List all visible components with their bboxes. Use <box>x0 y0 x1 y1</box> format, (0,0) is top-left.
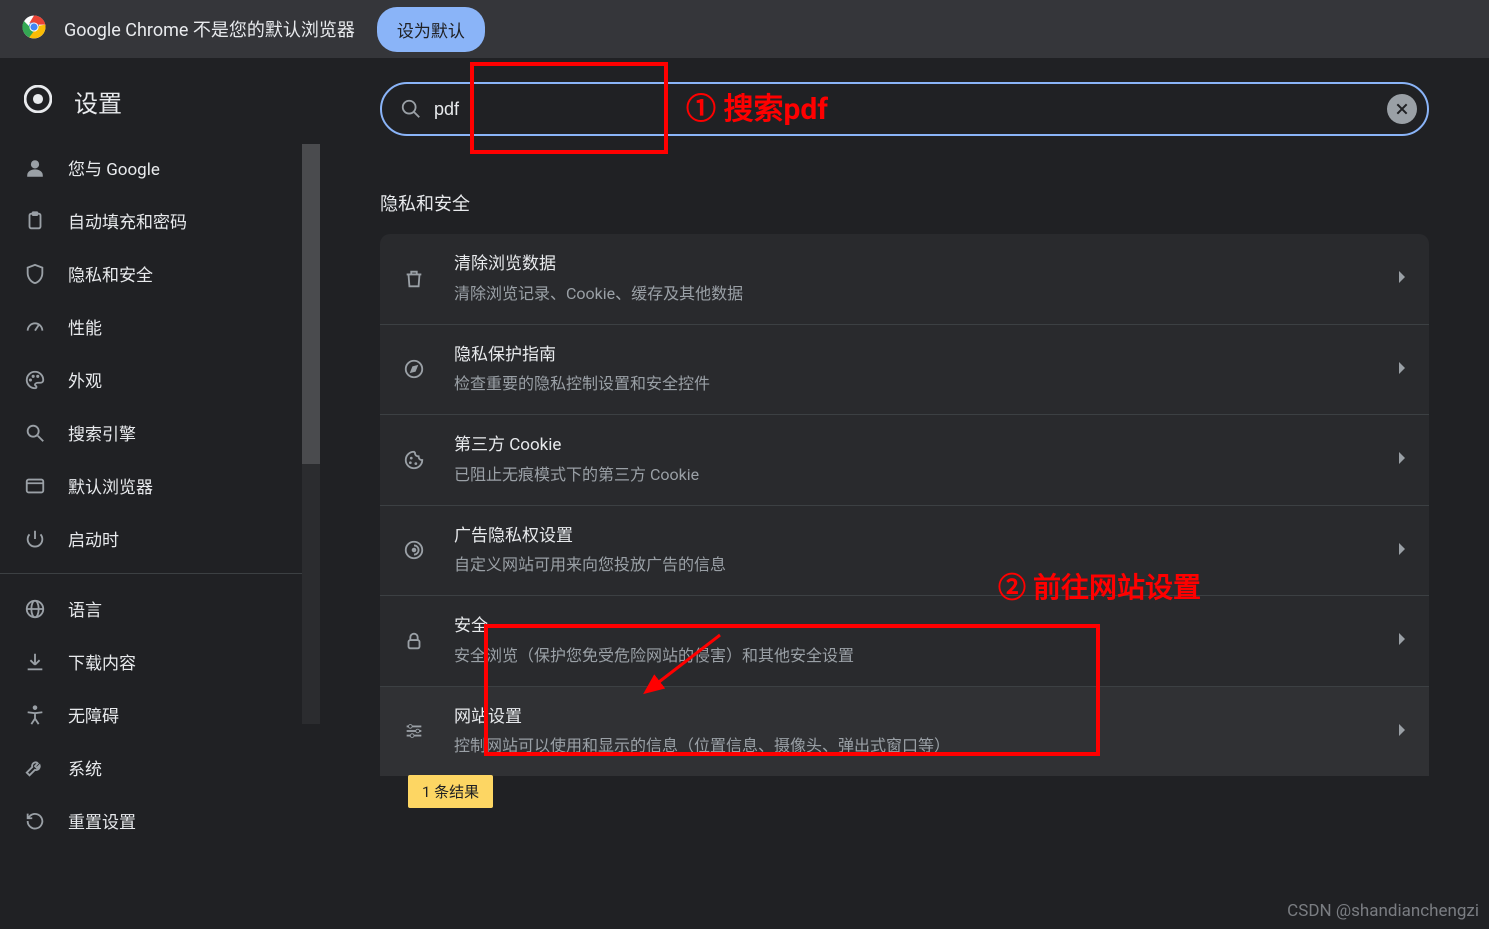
trash-icon <box>402 267 426 291</box>
row-ads-privacy[interactable]: 广告隐私权设置 自定义网站可用来向您投放广告的信息 <box>380 505 1429 596</box>
row-title: 广告隐私权设置 <box>454 524 1397 550</box>
sidebar-item-system[interactable]: 系统 <box>0 741 320 794</box>
ads-icon <box>402 538 426 562</box>
row-title: 第三方 Cookie <box>454 433 1397 459</box>
sidebar-item-downloads[interactable]: 下载内容 <box>0 635 320 688</box>
compass-icon <box>402 357 426 381</box>
row-desc: 清除浏览记录、Cookie、缓存及其他数据 <box>454 282 1397 306</box>
row-desc: 安全浏览（保护您免受危险网站的侵害）和其他安全设置 <box>454 644 1397 668</box>
sidebar-item-label: 性能 <box>68 314 102 339</box>
sidebar-item-label: 您与 Google <box>68 155 160 180</box>
default-browser-banner: Google Chrome 不是您的默认浏览器 设为默认 <box>0 0 1489 58</box>
clear-search-button[interactable] <box>1387 94 1417 124</box>
chevron-right-icon <box>1397 541 1407 560</box>
sidebar-item-label: 启动时 <box>68 526 119 551</box>
settings-header: 设置 <box>0 58 320 141</box>
speedometer-icon <box>24 316 46 338</box>
wrench-icon <box>24 757 46 779</box>
row-third-party-cookies[interactable]: 第三方 Cookie 已阻止无痕模式下的第三方 Cookie <box>380 414 1429 505</box>
chevron-right-icon <box>1397 450 1407 469</box>
banner-text: Google Chrome 不是您的默认浏览器 <box>64 16 355 42</box>
lock-icon <box>402 629 426 653</box>
browser-icon <box>24 475 46 497</box>
set-default-button[interactable]: 设为默认 <box>377 7 485 52</box>
sidebar-item-label: 隐私和安全 <box>68 261 153 286</box>
search-icon <box>400 98 422 120</box>
row-title: 安全 <box>454 614 1397 640</box>
row-desc: 自定义网站可用来向您投放广告的信息 <box>454 553 1397 577</box>
sidebar-scrollbar-thumb[interactable] <box>302 144 320 464</box>
search-result-chip: 1 条结果 <box>408 775 493 808</box>
row-clear-browsing-data[interactable]: 清除浏览数据 清除浏览记录、Cookie、缓存及其他数据 <box>380 234 1429 324</box>
sidebar-item-label: 无障碍 <box>68 702 119 727</box>
person-icon <box>24 157 46 179</box>
chevron-right-icon <box>1397 631 1407 650</box>
row-desc: 控制网站可以使用和显示的信息（位置信息、摄像头、弹出式窗口等） <box>454 734 1397 758</box>
sidebar-item-autofill[interactable]: 自动填充和密码 <box>0 194 320 247</box>
chrome-logo-icon <box>22 15 46 43</box>
chevron-right-icon <box>1397 360 1407 379</box>
row-privacy-guide[interactable]: 隐私保护指南 检查重要的隐私控制设置和安全控件 <box>380 324 1429 415</box>
row-title: 网站设置 <box>454 705 1397 731</box>
sidebar-item-label: 默认浏览器 <box>68 473 153 498</box>
settings-title: 设置 <box>74 84 122 119</box>
sliders-icon <box>402 719 426 743</box>
sidebar-item-label: 外观 <box>68 367 102 392</box>
row-site-settings[interactable]: 网站设置 控制网站可以使用和显示的信息（位置信息、摄像头、弹出式窗口等） 1 条… <box>380 686 1429 777</box>
row-desc: 已阻止无痕模式下的第三方 Cookie <box>454 463 1397 487</box>
sidebar-item-label: 搜索引擎 <box>68 420 136 445</box>
watermark: CSDN @shandianchengzi <box>1287 901 1479 921</box>
sidebar-item-privacy[interactable]: 隐私和安全 <box>0 247 320 300</box>
chevron-right-icon <box>1397 722 1407 741</box>
sidebar-item-on-startup[interactable]: 启动时 <box>0 512 320 565</box>
sidebar-item-you-and-google[interactable]: 您与 Google <box>0 141 320 194</box>
clipboard-icon <box>24 210 46 232</box>
settings-logo-icon <box>24 85 52 119</box>
cookie-icon <box>402 448 426 472</box>
row-security[interactable]: 安全 安全浏览（保护您免受危险网站的侵害）和其他安全设置 <box>380 595 1429 686</box>
chevron-right-icon <box>1397 269 1407 288</box>
settings-search-box[interactable] <box>380 82 1429 136</box>
sidebar-item-label: 语言 <box>68 596 102 621</box>
power-icon <box>24 528 46 550</box>
settings-search-input[interactable] <box>434 99 1375 120</box>
shield-icon <box>24 263 46 285</box>
sidebar-item-appearance[interactable]: 外观 <box>0 353 320 406</box>
row-desc: 检查重要的隐私控制设置和安全控件 <box>454 372 1397 396</box>
sidebar-item-label: 系统 <box>68 755 102 780</box>
sidebar-item-accessibility[interactable]: 无障碍 <box>0 688 320 741</box>
sidebar-item-default-browser[interactable]: 默认浏览器 <box>0 459 320 512</box>
sidebar-item-languages[interactable]: 语言 <box>0 582 320 635</box>
sidebar-item-performance[interactable]: 性能 <box>0 300 320 353</box>
section-title-privacy: 隐私和安全 <box>380 190 1429 216</box>
reset-icon <box>24 810 46 832</box>
palette-icon <box>24 369 46 391</box>
search-icon <box>24 422 46 444</box>
download-icon <box>24 651 46 673</box>
sidebar-item-label: 下载内容 <box>68 649 136 674</box>
sidebar-item-search-engine[interactable]: 搜索引擎 <box>0 406 320 459</box>
accessibility-icon <box>24 704 46 726</box>
sidebar-item-reset[interactable]: 重置设置 <box>0 794 320 847</box>
privacy-card: 清除浏览数据 清除浏览记录、Cookie、缓存及其他数据 隐私保护指南 检查重要… <box>380 234 1429 776</box>
sidebar-scrollbar[interactable] <box>302 144 320 724</box>
sidebar-item-label: 自动填充和密码 <box>68 208 187 233</box>
sidebar: 设置 您与 Google 自动填充和密码 隐私和安全 性能 外观 <box>0 58 320 929</box>
globe-icon <box>24 598 46 620</box>
sidebar-item-label: 重置设置 <box>68 808 136 833</box>
row-title: 清除浏览数据 <box>454 252 1397 278</box>
close-icon <box>1394 101 1410 117</box>
row-title: 隐私保护指南 <box>454 343 1397 369</box>
sidebar-divider <box>0 573 320 574</box>
